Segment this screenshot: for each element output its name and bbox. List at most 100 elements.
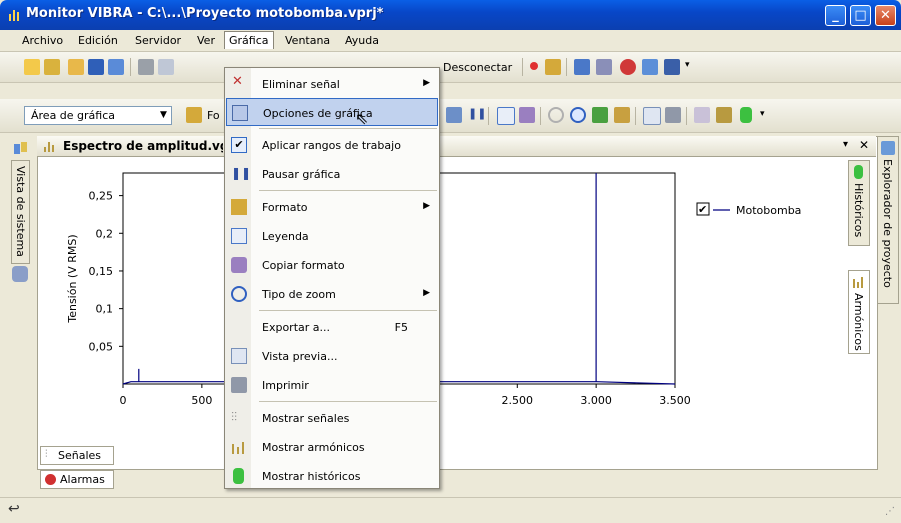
- connect-icon[interactable]: [574, 59, 590, 75]
- preview-icon[interactable]: [643, 107, 661, 125]
- save-all-icon[interactable]: [108, 59, 124, 75]
- tab-senales-label: Señales: [58, 449, 102, 462]
- legend-icon: [231, 228, 247, 244]
- pause-icon[interactable]: ❚❚: [468, 107, 486, 120]
- window-icon[interactable]: [664, 59, 680, 75]
- toolbar-separator: [540, 107, 541, 125]
- submenu-arrow-icon: ▶: [423, 201, 430, 211]
- close-icon: ✕: [880, 8, 891, 23]
- devices-icon[interactable]: [596, 59, 612, 75]
- menu-ver[interactable]: Ver: [193, 32, 219, 49]
- undo-arrow-icon[interactable]: ↩: [8, 501, 20, 517]
- zoom-icon[interactable]: [570, 107, 586, 123]
- brush-icon[interactable]: [519, 107, 535, 123]
- menu-item-leyenda[interactable]: Leyenda: [226, 222, 438, 250]
- tab-senales[interactable]: ⫶ Señales: [40, 446, 114, 465]
- toolbar-overflow-icon[interactable]: ▾: [760, 109, 765, 119]
- harmonics-icon[interactable]: [716, 107, 732, 123]
- history-icon: [233, 468, 244, 484]
- harmonics-icon: [232, 442, 244, 454]
- menu-grafica[interactable]: Gráfica: [224, 31, 274, 49]
- menu-item-exportar[interactable]: Exportar a... F5: [226, 313, 438, 341]
- legend: ✔ Motobomba: [696, 202, 801, 217]
- menu-item-opciones-grafica[interactable]: Opciones de gráfica ⇖: [226, 98, 438, 128]
- format-icon: [231, 199, 247, 215]
- menu-item-mostrar-senales[interactable]: ⫶⫶ Mostrar señales: [226, 404, 438, 432]
- signals-icon[interactable]: [694, 107, 710, 123]
- signals-icon: ⫶: [45, 449, 48, 460]
- format-icon[interactable]: [186, 107, 202, 123]
- tab-historicos[interactable]: Históricos: [848, 160, 870, 246]
- print-icon[interactable]: [665, 107, 681, 123]
- menu-edicion[interactable]: Edición: [74, 32, 122, 49]
- y-tick-label: 0,25: [89, 190, 114, 203]
- x-tick-label: 0: [120, 394, 127, 407]
- zoom-out-icon[interactable]: [548, 107, 564, 123]
- harmonics-icon: [853, 277, 863, 288]
- tab-armonicos-label: Armónicos: [852, 293, 865, 351]
- resize-grip-icon[interactable]: ⋰: [885, 506, 895, 517]
- menu-ventana[interactable]: Ventana: [281, 32, 334, 49]
- zoom-pan-icon[interactable]: [592, 107, 608, 123]
- menu-item-eliminar-senal[interactable]: ✕ Eliminar señal ▶: [226, 70, 438, 98]
- delete-signal-icon: ✕: [232, 74, 243, 89]
- preview-icon: [231, 348, 247, 364]
- close-icon[interactable]: ✕: [859, 138, 869, 152]
- document-title[interactable]: Espectro de amplitud.vg: [63, 139, 223, 153]
- report-icon[interactable]: [642, 59, 658, 75]
- system-view-icon[interactable]: [12, 140, 30, 158]
- save-icon[interactable]: [88, 59, 104, 75]
- menu-item-mostrar-historicos[interactable]: Mostrar históricos: [226, 462, 438, 490]
- menu-archivo[interactable]: Archivo: [18, 32, 67, 49]
- menu-separator: [259, 190, 437, 191]
- menu-item-pausar-grafica[interactable]: ❚❚ Pausar gráfica: [226, 160, 438, 188]
- zoom-reset-icon[interactable]: [614, 107, 630, 123]
- open-icon[interactable]: [68, 59, 84, 75]
- toolbar-overflow-icon[interactable]: ▾: [685, 60, 690, 70]
- disconnect-label[interactable]: Desconectar: [443, 61, 512, 74]
- menu-item-copiar-formato[interactable]: Copiar formato: [226, 251, 438, 279]
- menu-item-formato[interactable]: Formato ▶: [226, 193, 438, 221]
- chart-toolbar: Área de gráfica ▼ Fo ❚❚ ▾: [0, 99, 901, 133]
- menu-servidor[interactable]: Servidor: [131, 32, 185, 49]
- shortcut-label: F5: [394, 321, 408, 334]
- menu-ayuda[interactable]: Ayuda: [341, 32, 383, 49]
- history-icon: [854, 165, 863, 179]
- history-icon[interactable]: [740, 107, 752, 123]
- minimize-button[interactable]: _: [825, 5, 846, 26]
- x-tick-label: 3.000: [580, 394, 612, 407]
- area-combo[interactable]: Área de gráfica ▼: [24, 106, 172, 125]
- copy-icon[interactable]: [158, 59, 174, 75]
- tab-explorador[interactable]: Explorador de proyecto: [877, 136, 899, 304]
- record-icon[interactable]: [530, 62, 538, 70]
- new-project-icon[interactable]: [24, 59, 40, 75]
- tab-armonicos[interactable]: Armónicos: [848, 270, 870, 354]
- alarm-icon[interactable]: [620, 59, 636, 75]
- pin-icon[interactable]: ▾: [843, 139, 848, 150]
- close-button[interactable]: ✕: [875, 5, 896, 26]
- cut-icon[interactable]: [138, 59, 154, 75]
- legend-icon[interactable]: [497, 107, 515, 125]
- toolbar-separator: [130, 58, 131, 76]
- menu-item-tipo-zoom[interactable]: Tipo de zoom ▶: [226, 280, 438, 308]
- document-tab-bar: Espectro de amplitud.vg ▾ ✕: [37, 136, 876, 157]
- format-label[interactable]: Fo: [207, 109, 220, 122]
- x-tick-label: 2.500: [502, 394, 534, 407]
- properties-icon[interactable]: [545, 59, 561, 75]
- app-icon: [9, 10, 19, 21]
- menu-item-imprimir[interactable]: Imprimir: [226, 371, 438, 399]
- toolbar-separator: [488, 107, 489, 125]
- y-tick-label: 0,2: [96, 227, 114, 240]
- area-combo-value: Área de gráfica: [31, 109, 116, 122]
- menu-item-mostrar-armonicos[interactable]: Mostrar armónicos: [226, 433, 438, 461]
- check-icon: ✔: [231, 137, 247, 153]
- menu-item-vista-previa[interactable]: Vista previa...: [226, 342, 438, 370]
- menu-item-aplicar-rangos[interactable]: ✔ Aplicar rangos de trabajo: [226, 131, 438, 159]
- chart-options-icon[interactable]: [446, 107, 462, 123]
- tab-vista-sistema[interactable]: Vista de sistema: [11, 160, 30, 264]
- tab-alarmas[interactable]: Alarmas: [40, 470, 114, 489]
- maximize-button[interactable]: □: [850, 5, 871, 26]
- new-chart-icon[interactable]: [44, 59, 60, 75]
- title-bar[interactable]: Monitor VIBRA - C:\...\Proyecto motobomb…: [0, 0, 901, 30]
- network-icon[interactable]: [12, 266, 28, 282]
